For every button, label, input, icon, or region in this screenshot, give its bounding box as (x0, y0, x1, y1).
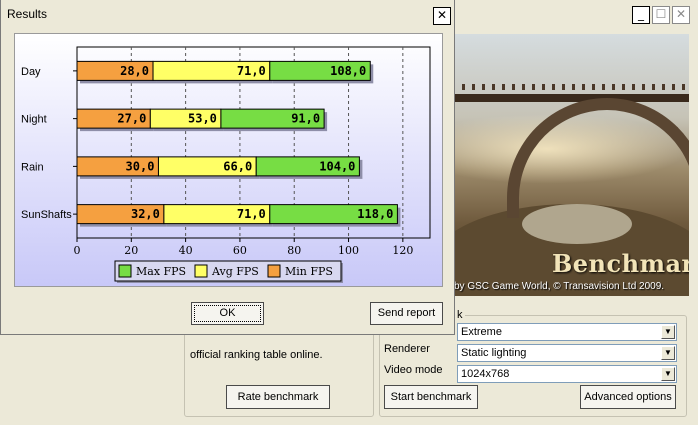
x-tick-label: 80 (287, 244, 301, 257)
renderer-select[interactable]: Static lighting ▼ (457, 344, 677, 362)
quality-value: Extreme (461, 326, 502, 338)
x-tick-label: 100 (338, 244, 359, 257)
minimize-button[interactable]: _ (632, 6, 650, 24)
renderer-label: Renderer (384, 343, 430, 355)
copyright-text: by GSC Game World, © Transavision Ltd 20… (454, 281, 665, 292)
chevron-down-icon[interactable]: ▼ (661, 346, 675, 360)
chevron-down-icon[interactable]: ▼ (661, 367, 675, 381)
rate-benchmark-button[interactable]: Rate benchmark (226, 385, 330, 409)
video-mode-value: 1024x768 (461, 368, 510, 380)
video-mode-select[interactable]: 1024x768 ▼ (457, 365, 677, 383)
dialog-title: Results (7, 7, 48, 21)
bar-value-label: 27,0 (117, 112, 146, 126)
x-tick-label: 40 (179, 244, 193, 257)
legend-swatch (267, 264, 281, 278)
x-tick-label: 20 (124, 244, 138, 257)
scene-title: Benchmark (552, 249, 689, 278)
bar-value-label: 108,0 (330, 64, 366, 78)
advanced-options-button[interactable]: Advanced options (580, 385, 676, 409)
bar-value-label: 28,0 (120, 64, 149, 78)
fps-chart-svg: 0 20 40 60 80 100 120 Day 28,0 71,0 108,0 Night 27,0… (21, 46, 431, 283)
x-tick-label: 60 (233, 244, 247, 257)
window-controls: _ ☐ ✕ (632, 6, 690, 24)
fps-chart: 0 20 40 60 80 100 120 Day 28,0 71,0 108,0 Night 27,0… (14, 33, 443, 287)
category-label: Rain (21, 161, 44, 173)
legend-label: Avg FPS (211, 265, 259, 278)
renderer-value: Static lighting (461, 347, 527, 359)
bar-value-label: 30,0 (126, 159, 155, 173)
bridge-deck (452, 94, 689, 102)
bar-value-label: 104,0 (319, 159, 355, 173)
settings-group-legend: k (455, 309, 465, 321)
results-titlebar: Results ✕ (1, 0, 454, 27)
bar-value-label: 118,0 (357, 207, 393, 221)
send-report-button[interactable]: Send report (370, 302, 443, 325)
legend-swatch (194, 264, 208, 278)
legend-swatch (118, 264, 132, 278)
benchmark-scene-image: Benchmark by GSC Game World, © Transavis… (452, 34, 689, 296)
x-tick-label: 0 (74, 244, 81, 257)
x-tick-label: 120 (392, 244, 413, 257)
close-window-button[interactable]: ✕ (672, 6, 690, 24)
bridge-railing (452, 84, 689, 90)
results-dialog: Results ✕ 0 20 40 60 80 100 120 Day 28,0 71,0 108,… (0, 0, 455, 335)
legend-label: Max FPS (136, 265, 186, 278)
category-label: Day (21, 66, 41, 78)
close-icon[interactable]: ✕ (433, 7, 451, 25)
legend-label: Min FPS (285, 265, 333, 278)
bar-value-label: 71,0 (237, 207, 266, 221)
bar-value-label: 91,0 (291, 112, 320, 126)
category-label: SunShafts (21, 209, 72, 221)
start-benchmark-button[interactable]: Start benchmark (384, 385, 478, 409)
chevron-down-icon[interactable]: ▼ (661, 325, 675, 339)
bar-value-label: 53,0 (188, 112, 217, 126)
maximize-button[interactable]: ☐ (652, 6, 670, 24)
category-label: Night (21, 114, 47, 126)
video-mode-label: Video mode (384, 364, 443, 376)
bar-value-label: 71,0 (237, 64, 266, 78)
ok-button[interactable]: OK (191, 302, 264, 325)
bar-value-label: 66,0 (223, 159, 252, 173)
bar-value-label: 32,0 (131, 207, 160, 221)
info-text: official ranking table online. (190, 349, 323, 361)
quality-select[interactable]: Extreme ▼ (457, 323, 677, 341)
